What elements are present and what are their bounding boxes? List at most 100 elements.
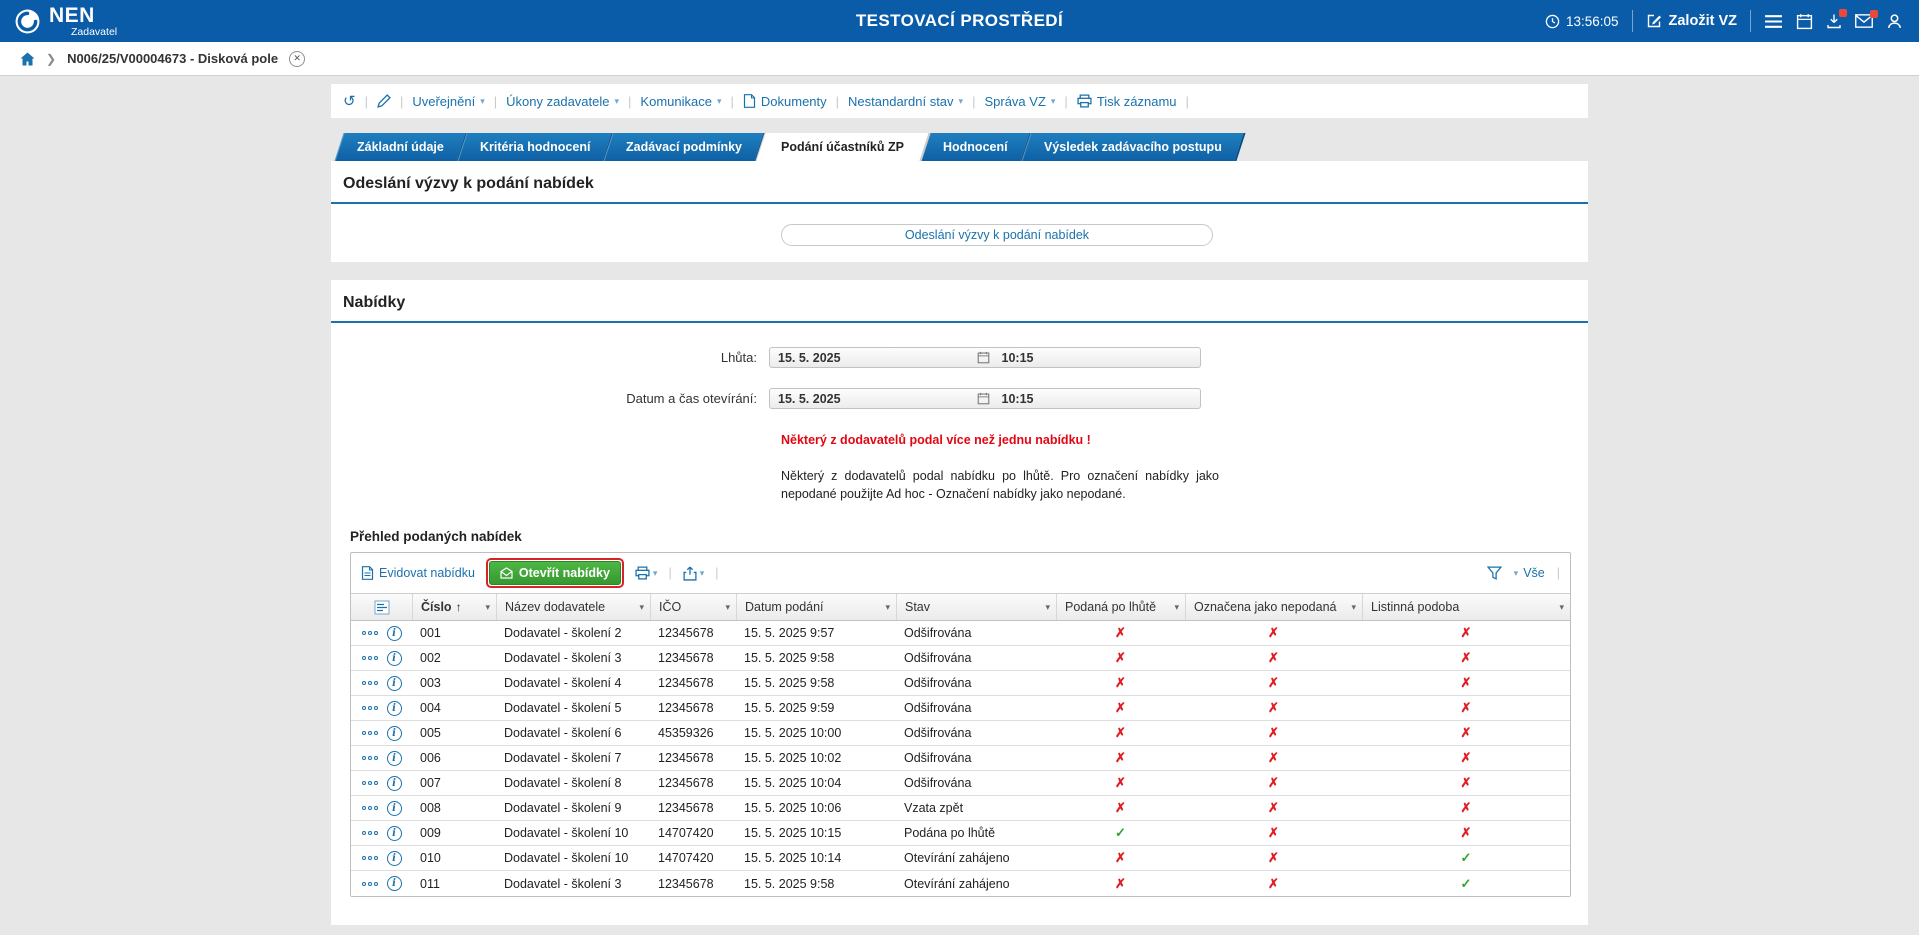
toolbar-separator: | — [972, 94, 975, 109]
tab-zakladni-udaje[interactable]: Základní údaje — [334, 133, 467, 161]
row-menu-icon[interactable] — [362, 756, 380, 760]
tab-kriteria-hodnoceni[interactable]: Kritéria hodnocení — [457, 133, 614, 161]
table-row[interactable]: i008Dodavatel - školení 91234567815. 5. … — [351, 796, 1570, 821]
column-settings-button[interactable] — [351, 594, 412, 620]
row-menu-icon[interactable] — [362, 656, 380, 660]
toolbar-link-ukony-zadavatele[interactable]: Úkony zadavatele▾ — [506, 94, 619, 109]
calendar-icon[interactable] — [977, 392, 990, 405]
row-info-icon[interactable]: i — [387, 876, 402, 891]
filter-caret-icon[interactable]: ▾ — [479, 602, 490, 613]
row-info-icon[interactable]: i — [387, 626, 402, 641]
edit-record-button[interactable] — [377, 94, 391, 108]
filter-button[interactable] — [1487, 566, 1502, 580]
messages-button[interactable] — [1855, 14, 1873, 28]
toolbar-link-uverejneni[interactable]: Uveřejnění▾ — [412, 94, 484, 109]
column-header-datum-podani[interactable]: Datum podání▾ — [736, 594, 896, 620]
table-row[interactable]: i005Dodavatel - školení 64535932615. 5. … — [351, 721, 1570, 746]
filter-all-dropdown[interactable]: ▾ Vše — [1514, 566, 1545, 580]
column-header-stav[interactable]: Stav▾ — [896, 594, 1056, 620]
table-row[interactable]: i009Dodavatel - školení 101470742015. 5.… — [351, 821, 1570, 846]
tab-podani-ucastniku-zp[interactable]: Podání účastníků ZP — [756, 133, 931, 161]
column-header-listinna-podoba[interactable]: Listinná podoba▾ — [1362, 594, 1570, 620]
filter-caret-icon[interactable]: ▾ — [879, 602, 890, 613]
tab-hodnoceni[interactable]: Hodnocení — [921, 133, 1032, 161]
register-offer-button[interactable]: Evidovat nabídku — [361, 566, 475, 580]
toolbar-link-dokumenty[interactable]: Dokumenty — [743, 94, 827, 109]
table-row[interactable]: i001Dodavatel - školení 21234567815. 5. … — [351, 621, 1570, 646]
row-info-icon[interactable]: i — [387, 701, 402, 716]
table-row[interactable]: i002Dodavatel - školení 31234567815. 5. … — [351, 646, 1570, 671]
table-row[interactable]: i011Dodavatel - školení 31234567815. 5. … — [351, 871, 1570, 896]
pencil-icon — [377, 94, 391, 108]
deadline-time-value[interactable]: 10:15 — [990, 351, 1201, 365]
toolbar-link-nestandardni-stav[interactable]: Nestandardní stav▾ — [848, 94, 963, 109]
user-button[interactable] — [1886, 13, 1903, 30]
column-header-ico[interactable]: IČO▾ — [650, 594, 736, 620]
row-info-icon[interactable]: i — [387, 776, 402, 791]
row-menu-icon[interactable] — [362, 731, 380, 735]
nen-logo-icon — [14, 8, 41, 35]
table-row[interactable]: i003Dodavatel - školení 41234567815. 5. … — [351, 671, 1570, 696]
column-header-podana-po-lhute[interactable]: Podaná po lhůtě▾ — [1056, 594, 1185, 620]
row-menu-icon[interactable] — [362, 631, 380, 635]
downloads-button[interactable] — [1826, 13, 1842, 29]
open-offers-button[interactable]: Otevřít nabídky — [489, 561, 621, 585]
filter-caret-icon[interactable]: ▾ — [1039, 602, 1050, 613]
row-menu-icon[interactable] — [362, 781, 380, 785]
row-info-icon[interactable]: i — [387, 851, 402, 866]
row-menu-icon[interactable] — [362, 681, 380, 685]
row-info-icon[interactable]: i — [387, 751, 402, 766]
row-info-icon[interactable]: i — [387, 651, 402, 666]
column-header-oznacena-jako-nepodana[interactable]: Označena jako nepodaná ▾ — [1185, 594, 1362, 620]
table-row[interactable]: i010Dodavatel - školení 101470742015. 5.… — [351, 846, 1570, 871]
filter-caret-icon[interactable]: ▾ — [719, 602, 730, 613]
opening-date-value[interactable]: 15. 5. 2025 — [770, 392, 977, 406]
cross-icon: ✗ — [1461, 625, 1472, 641]
row-menu-icon[interactable] — [362, 882, 380, 886]
row-menu-icon[interactable] — [362, 856, 380, 860]
cell-nazev-dodavatele: Dodavatel - školení 5 — [496, 696, 650, 720]
breadcrumb-item[interactable]: N006/25/V00004673 - Disková pole — [67, 51, 278, 66]
row-info-icon[interactable]: i — [387, 676, 402, 691]
row-menu-icon[interactable] — [362, 806, 380, 810]
toolbar-link-sprava-vz[interactable]: Správa VZ▾ — [984, 94, 1055, 109]
tab-zadavaci-podminky[interactable]: Zadávací podmínky — [604, 133, 766, 161]
filter-caret-icon[interactable]: ▾ — [1553, 602, 1564, 613]
export-table-button[interactable]: ▾ — [683, 566, 705, 581]
offers-section-title: Nabídky — [331, 294, 1588, 321]
table-row[interactable]: i004Dodavatel - školení 51234567815. 5. … — [351, 696, 1570, 721]
column-header-cislo[interactable]: Číslo↑▾ — [412, 594, 496, 620]
row-menu-icon[interactable] — [362, 831, 380, 835]
row-info-icon[interactable]: i — [387, 801, 402, 816]
column-header-label: Označena jako nepodaná — [1194, 600, 1336, 614]
opening-time-value[interactable]: 10:15 — [990, 392, 1201, 406]
sort-asc-icon[interactable]: ↑ — [456, 600, 462, 614]
calendar-button[interactable] — [1796, 13, 1813, 30]
nen-logo[interactable]: NEN Zadavatel — [0, 5, 117, 38]
calendar-icon[interactable] — [977, 351, 990, 364]
row-menu-icon[interactable] — [362, 706, 380, 710]
breadcrumb-close-icon[interactable]: ✕ — [289, 51, 305, 67]
toolbar-link-komunikace[interactable]: Komunikace▾ — [640, 94, 721, 109]
create-vz-button[interactable]: Založit VZ — [1646, 13, 1737, 29]
filter-caret-icon[interactable]: ▾ — [633, 602, 644, 613]
row-info-icon[interactable]: i — [387, 826, 402, 841]
home-button[interactable] — [20, 52, 35, 66]
toolbar-link-tisk-zaznamu[interactable]: Tisk záznamu — [1077, 94, 1177, 109]
deadline-date-value[interactable]: 15. 5. 2025 — [770, 351, 977, 365]
row-info-icon[interactable]: i — [387, 726, 402, 741]
menu-button[interactable] — [1764, 14, 1783, 29]
filter-caret-icon[interactable]: ▾ — [1345, 602, 1356, 613]
table-row[interactable]: i006Dodavatel - školení 71234567815. 5. … — [351, 746, 1570, 771]
cross-icon: ✗ — [1461, 675, 1472, 691]
table-row[interactable]: i007Dodavatel - školení 81234567815. 5. … — [351, 771, 1570, 796]
history-button[interactable]: ↺ — [343, 92, 356, 110]
opening-label: Datum a čas otevírání: — [331, 391, 769, 406]
tab-vysledek-zadavaciho-postupu[interactable]: Výsledek zadávacího postupu — [1021, 133, 1245, 161]
print-table-button[interactable]: ▾ — [635, 566, 658, 580]
deadline-field[interactable]: 15. 5. 2025 10:15 — [769, 347, 1201, 368]
column-header-nazev-dodavatele[interactable]: Název dodavatele▾ — [496, 594, 650, 620]
send-invitation-button[interactable]: Odeslání výzvy k podání nabídek — [781, 224, 1213, 246]
opening-field[interactable]: 15. 5. 2025 10:15 — [769, 388, 1201, 409]
filter-caret-icon[interactable]: ▾ — [1168, 602, 1179, 613]
